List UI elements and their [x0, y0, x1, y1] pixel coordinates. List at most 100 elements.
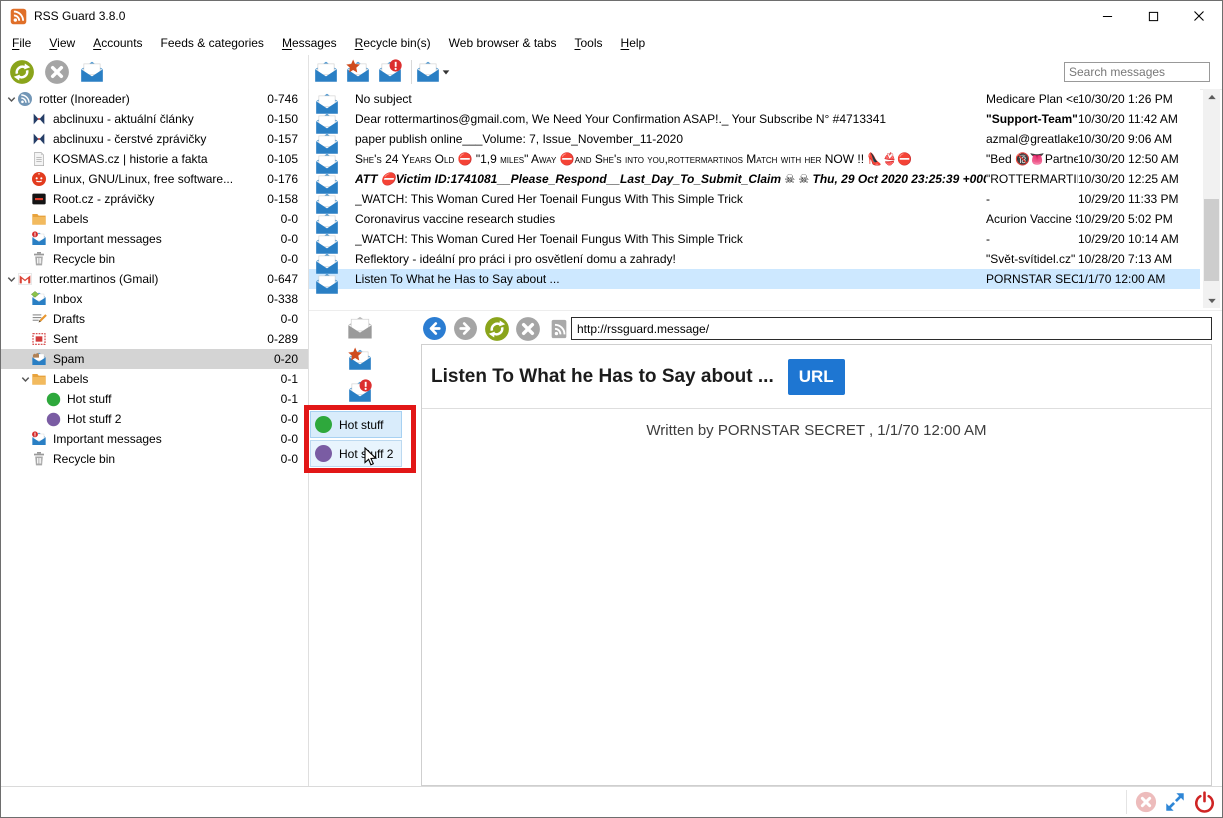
message-author: - [986, 232, 1078, 246]
feed-row-labels[interactable]: Labels0-1 [1, 369, 308, 389]
window-controls [1084, 1, 1222, 31]
feed-row-linux-gnu-linux-free-software[interactable]: Linux, GNU/Linux, free software...0-176 [1, 169, 308, 189]
feed-row-spam[interactable]: Spam0-20 [1, 349, 308, 369]
url-button[interactable]: URL [788, 359, 845, 395]
feed-row-important-messages[interactable]: Important messages0-0 [1, 229, 308, 249]
message-row[interactable]: _WATCH: This Woman Cured Her Toenail Fun… [309, 189, 1200, 209]
rss-guard-window: RSS Guard 3.8.0 FileViewAccountsFeeds & … [0, 0, 1223, 818]
menu-accounts[interactable]: Accounts [84, 33, 151, 53]
search-input[interactable] [1064, 62, 1210, 82]
chevron-down-icon[interactable] [5, 274, 17, 285]
dropdown-caret-icon [441, 67, 451, 77]
message-date: 10/30/20 11:42 AM [1078, 112, 1200, 126]
message-author: "Svět-svítidel.cz" ... [986, 252, 1078, 266]
menu-view[interactable]: View [40, 33, 84, 53]
feed-row-abclinuxu-aktu-ln-l-nky[interactable]: abclinuxu - aktuální články0-150 [1, 109, 308, 129]
label-button-hot-stuff-2[interactable]: Hot stuff 2 [310, 440, 402, 467]
stop-update-button[interactable] [44, 59, 70, 85]
message-row[interactable]: Dear rottermartinos@gmail.com, We Need Y… [309, 109, 1200, 129]
mark-feeds-read-button[interactable] [79, 59, 105, 85]
message-date: 10/29/20 10:14 AM [1078, 232, 1200, 246]
feed-row-kosmas-cz-historie-a-fakta[interactable]: KOSMAS.cz | historie a fakta0-105 [1, 149, 308, 169]
mark-important-button[interactable] [345, 345, 375, 375]
mail-open-icon [314, 211, 330, 227]
feed-row-hot-stuff-2[interactable]: Hot stuff 20-0 [1, 409, 308, 429]
message-list-scrollbar[interactable] [1203, 89, 1220, 308]
feed-row-abclinuxu-erstv-zpr-vi-ky[interactable]: abclinuxu - čerstvé zprávičky0-157 [1, 129, 308, 149]
back-button[interactable] [422, 316, 447, 341]
message-row[interactable]: No subjectMedicare Plan <e...10/30/20 1:… [309, 89, 1200, 109]
reload-button[interactable] [484, 316, 509, 341]
message-row[interactable]: _WATCH: This Woman Cured Her Toenail Fun… [309, 229, 1200, 249]
menu-file[interactable]: File [3, 33, 40, 53]
feed-row-rotter-inoreader[interactable]: rotter (Inoreader)0-746 [1, 89, 308, 109]
message-row[interactable]: She's 24 Years Old ⛔ "1,9 miles" Away ⛔a… [309, 149, 1200, 169]
mouse-cursor [364, 447, 378, 467]
minimize-button[interactable] [1084, 1, 1130, 31]
mark-message-read-button[interactable] [313, 59, 339, 85]
message-subject: ATT ⛔Victim ID:1741081__Please_Respond__… [355, 172, 986, 186]
quit-button[interactable] [1192, 790, 1216, 814]
reddit-icon [31, 171, 48, 188]
menu-feeds-categories[interactable]: Feeds & categories [152, 33, 273, 53]
feed-label: Hot stuff 2 [67, 412, 281, 426]
message-subject: No subject [355, 92, 986, 106]
mark-read-button[interactable] [345, 313, 375, 343]
feed-label: Inbox [53, 292, 267, 306]
maximize-button[interactable] [1130, 1, 1176, 31]
trash-icon [31, 251, 48, 268]
message-author: "Bed 🔞👅Partne... [986, 152, 1078, 166]
label-color-dot [315, 416, 332, 433]
feed-tree: rotter (Inoreader)0-746abclinuxu - aktuá… [1, 89, 309, 787]
forward-button[interactable] [453, 316, 478, 341]
menu-messages[interactable]: Messages [273, 33, 346, 53]
feed-row-sent[interactable]: Sent0-289 [1, 329, 308, 349]
scrollbar-thumb[interactable] [1204, 199, 1219, 281]
feed-label: rotter (Inoreader) [39, 92, 267, 106]
scroll-down-arrow[interactable] [1203, 293, 1220, 308]
feed-row-recycle-bin[interactable]: Recycle bin0-0 [1, 449, 308, 469]
update-feeds-button[interactable] [9, 59, 35, 85]
feed-row-root-cz-zpr-vi-ky[interactable]: Root.cz - zprávičky0-158 [1, 189, 308, 209]
feed-label: Important messages [53, 432, 281, 446]
stop-icon [515, 316, 541, 342]
feed-row-recycle-bin[interactable]: Recycle bin0-0 [1, 249, 308, 269]
feed-row-inbox[interactable]: Inbox0-338 [1, 289, 308, 309]
toolbar-separator [308, 55, 309, 89]
url-input[interactable] [571, 317, 1212, 340]
chevron-down-icon[interactable] [5, 94, 17, 105]
menu-web-browser-tabs[interactable]: Web browser & tabs [440, 33, 566, 53]
feed-row-labels[interactable]: Labels0-0 [1, 209, 308, 229]
menu-tools[interactable]: Tools [566, 33, 612, 53]
message-date: 10/29/20 11:33 PM [1078, 192, 1200, 206]
fullscreen-button[interactable] [1163, 790, 1187, 814]
mark-alert-button[interactable] [345, 377, 375, 407]
message-row[interactable]: paper publish online___Volume: 7, Issue_… [309, 129, 1200, 149]
message-row[interactable]: Coronavirus vaccine research studiesAcur… [309, 209, 1200, 229]
feed-row-rotter-martinos-gmail[interactable]: rotter.martinos (Gmail)0-647 [1, 269, 308, 289]
message-read-menu-button[interactable] [420, 59, 446, 85]
message-date: 10/30/20 12:25 AM [1078, 172, 1200, 186]
menu-recycle-bin-s[interactable]: Recycle bin(s) [346, 33, 440, 53]
rss-source-button[interactable] [546, 316, 571, 341]
maximize-icon [1148, 11, 1159, 22]
close-button[interactable] [1176, 1, 1222, 31]
scroll-up-arrow[interactable] [1203, 89, 1220, 104]
label-button-hot-stuff[interactable]: Hot stuff [310, 411, 402, 438]
message-alert-button[interactable] [377, 59, 403, 85]
feed-row-drafts[interactable]: Drafts0-0 [1, 309, 308, 329]
mark-message-important-button[interactable] [345, 59, 371, 85]
feed-row-important-messages[interactable]: Important messages0-0 [1, 429, 308, 449]
stop-button[interactable] [515, 316, 540, 341]
splitter[interactable] [309, 310, 1222, 311]
gmail-icon [17, 271, 34, 288]
message-header: Listen To What he Has to Say about ... U… [422, 345, 1211, 409]
message-row[interactable]: ATT ⛔Victim ID:1741081__Please_Respond__… [309, 169, 1200, 189]
menu-help[interactable]: Help [612, 33, 655, 53]
message-row[interactable]: Reflektory - ideální pro práci i pro osv… [309, 249, 1200, 269]
chevron-down-icon[interactable] [19, 374, 31, 385]
feed-row-hot-stuff[interactable]: Hot stuff0-1 [1, 389, 308, 409]
feed-count: 0-1 [281, 372, 298, 386]
mail-open-icon [314, 231, 330, 247]
message-row[interactable]: Listen To What he Has to Say about ...PO… [309, 269, 1200, 289]
